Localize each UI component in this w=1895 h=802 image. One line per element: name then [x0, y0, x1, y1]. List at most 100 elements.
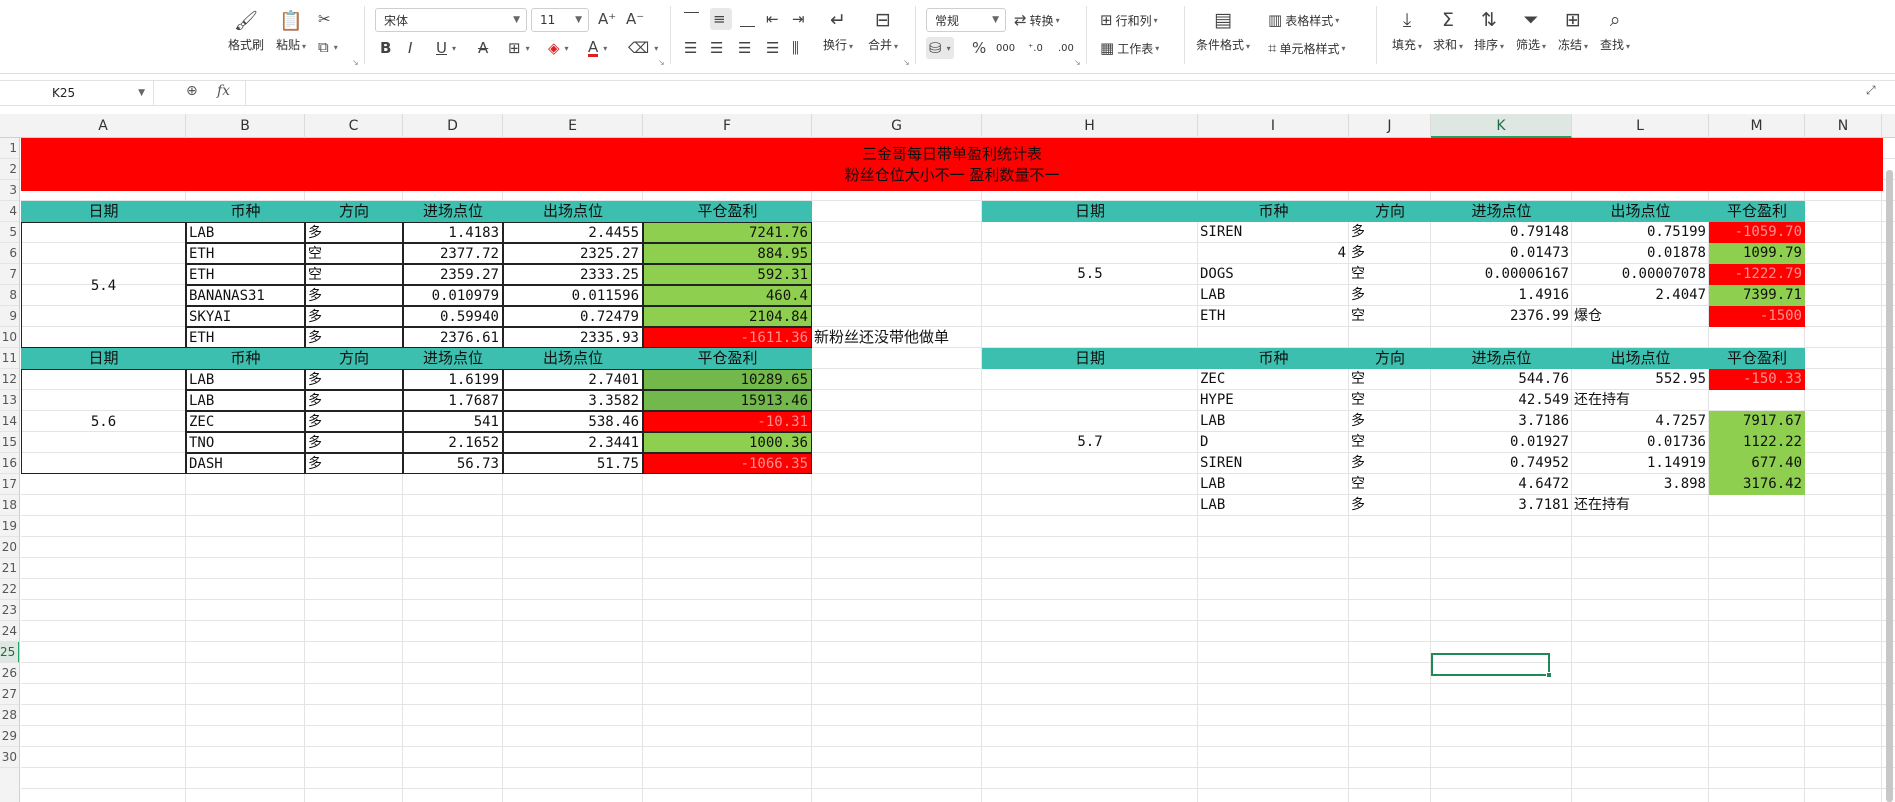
profit-cell[interactable]: -1500 — [1709, 306, 1805, 327]
row-header-22[interactable]: 22 — [0, 579, 19, 600]
row-header-7[interactable]: 7 — [0, 264, 19, 285]
direction-cell[interactable]: 空 — [305, 264, 403, 285]
sort-button[interactable]: ⇅ 排序 ▾ — [1474, 8, 1504, 53]
filter-button[interactable]: ⏷ 筛选 ▾ — [1516, 8, 1546, 53]
header-cell[interactable]: 进场点位 — [1431, 348, 1572, 369]
formula-input[interactable] — [245, 81, 1845, 105]
column-header-J[interactable]: J — [1349, 114, 1431, 138]
row-header-2[interactable]: 2 — [0, 159, 19, 180]
profit-cell[interactable]: -1222.79 — [1709, 264, 1805, 285]
title-banner[interactable]: 三金哥每日带单盈利统计表 粉丝仓位大小不一 盈利数量不一 — [21, 138, 1883, 191]
row-header-8[interactable]: 8 — [0, 285, 19, 306]
coin-cell[interactable]: LAB — [1198, 495, 1349, 516]
row-header-28[interactable]: 28 — [0, 705, 19, 726]
exit-price-cell[interactable]: 2.4455 — [503, 222, 643, 243]
row-header-26[interactable]: 26 — [0, 663, 19, 684]
row-header-13[interactable]: 13 — [0, 390, 19, 411]
clipboard-launcher-icon[interactable]: ↘ — [352, 58, 359, 67]
header-cell[interactable]: 进场点位 — [1431, 201, 1572, 222]
worksheet-button[interactable]: ▦ 工作表 ▾ — [1100, 37, 1159, 59]
entry-price-cell[interactable]: 544.76 — [1431, 369, 1572, 390]
direction-cell[interactable]: 空 — [1349, 390, 1431, 411]
direction-cell[interactable]: 多 — [305, 222, 403, 243]
column-header-D[interactable]: D — [403, 114, 503, 138]
coin-cell[interactable]: ETH — [186, 243, 305, 264]
date-cell[interactable]: 5.7 — [982, 369, 1198, 516]
coin-cell[interactable]: ETH — [1198, 306, 1349, 327]
coin-cell[interactable]: D — [1198, 432, 1349, 453]
direction-cell[interactable]: 多 — [305, 411, 403, 432]
row-header-3[interactable]: 3 — [0, 180, 19, 201]
header-cell[interactable]: 币种 — [1198, 348, 1349, 369]
profit-cell[interactable]: 1000.36 — [643, 432, 812, 453]
row-header-1[interactable]: 1 — [0, 138, 19, 159]
entry-price-cell[interactable]: 1.4183 — [403, 222, 503, 243]
format-painter-button[interactable]: 🖌 格式刷 — [228, 8, 264, 53]
conditional-format-button[interactable]: ▤ 条件格式 ▾ — [1196, 8, 1250, 53]
exit-price-cell[interactable]: 还在持有 — [1572, 495, 1709, 516]
align-center-button[interactable]: ☰ — [710, 37, 726, 59]
header-cell[interactable]: 日期 — [982, 348, 1198, 369]
cell-style-button[interactable]: ⌗ 单元格样式 ▾ — [1268, 37, 1345, 59]
exit-price-cell[interactable]: 3.3582 — [503, 390, 643, 411]
coin-cell[interactable]: LAB — [186, 390, 305, 411]
profit-cell[interactable]: 3176.42 — [1709, 474, 1805, 495]
header-cell[interactable]: 日期 — [21, 201, 186, 222]
row-header-5[interactable]: 5 — [0, 222, 19, 243]
profit-cell[interactable]: -150.33 — [1709, 369, 1805, 390]
exit-price-cell[interactable]: 2333.25 — [503, 264, 643, 285]
row-header-17[interactable]: 17 — [0, 474, 19, 495]
currency-button[interactable]: ⛁ ▾ — [926, 37, 954, 59]
direction-cell[interactable]: 空 — [1349, 306, 1431, 327]
direction-cell[interactable]: 多 — [305, 285, 403, 306]
header-cell[interactable]: 平仓盈利 — [643, 348, 812, 369]
align-right-button[interactable]: ☰ — [738, 37, 754, 59]
rows-cols-button[interactable]: ⊞ 行和列 ▾ — [1100, 9, 1158, 31]
direction-cell[interactable]: 多 — [305, 432, 403, 453]
coin-cell[interactable]: TNO — [186, 432, 305, 453]
cut-button[interactable]: ✂ — [318, 8, 334, 30]
row-header-24[interactable]: 24 — [0, 621, 19, 642]
exit-price-cell[interactable]: 2.7401 — [503, 369, 643, 390]
direction-cell[interactable]: 多 — [1349, 222, 1431, 243]
number-launcher-icon[interactable]: ↘ — [1074, 58, 1081, 67]
column-header-N[interactable]: N — [1805, 114, 1882, 138]
direction-cell[interactable]: 多 — [305, 390, 403, 411]
exit-price-cell[interactable]: 3.898 — [1572, 474, 1709, 495]
column-header-E[interactable]: E — [503, 114, 643, 138]
fill-color-button[interactable]: ◈ ▾ — [548, 37, 569, 59]
expand-formula-icon[interactable]: ⤢ — [1866, 83, 1876, 98]
entry-price-cell[interactable]: 0.79148 — [1431, 222, 1572, 243]
align-middle-button[interactable]: ≡ — [710, 8, 732, 30]
profit-cell[interactable]: 1099.79 — [1709, 243, 1805, 264]
header-cell[interactable]: 进场点位 — [403, 201, 503, 222]
coin-cell[interactable]: SIREN — [1198, 222, 1349, 243]
entry-price-cell[interactable]: 541 — [403, 411, 503, 432]
header-cell[interactable]: 进场点位 — [403, 348, 503, 369]
paste-button[interactable]: 📋 粘贴 ▾ — [276, 8, 306, 53]
justify-button[interactable]: ☰ — [766, 37, 782, 59]
column-header-C[interactable]: C — [305, 114, 403, 138]
exit-price-cell[interactable]: 538.46 — [503, 411, 643, 432]
font-name-select[interactable]: 宋体 ▼ — [375, 8, 527, 32]
coin-cell[interactable]: LAB — [1198, 474, 1349, 495]
profit-cell[interactable]: -10.31 — [643, 411, 812, 432]
direction-cell[interactable]: 多 — [1349, 285, 1431, 306]
row-header-15[interactable]: 15 — [0, 432, 19, 453]
find-button[interactable]: ⌕ 查找 ▾ — [1600, 8, 1630, 53]
row-header-12[interactable]: 12 — [0, 369, 19, 390]
entry-price-cell[interactable]: 0.01473 — [1431, 243, 1572, 264]
profit-cell[interactable]: 592.31 — [643, 264, 812, 285]
profit-cell[interactable]: 10289.65 — [643, 369, 812, 390]
column-header-F[interactable]: F — [643, 114, 812, 138]
exit-price-cell[interactable]: 51.75 — [503, 453, 643, 474]
direction-cell[interactable]: 多 — [1349, 495, 1431, 516]
header-cell[interactable]: 方向 — [305, 201, 403, 222]
row-header-21[interactable]: 21 — [0, 558, 19, 579]
coin-cell[interactable]: LAB — [186, 369, 305, 390]
convert-button[interactable]: ⇄ 转换 ▾ — [1014, 9, 1060, 31]
exit-price-cell[interactable]: 552.95 — [1572, 369, 1709, 390]
row-header-29[interactable]: 29 — [0, 726, 19, 747]
decrease-indent-button[interactable]: ⇤ — [766, 8, 782, 30]
entry-price-cell[interactable]: 0.59940 — [403, 306, 503, 327]
